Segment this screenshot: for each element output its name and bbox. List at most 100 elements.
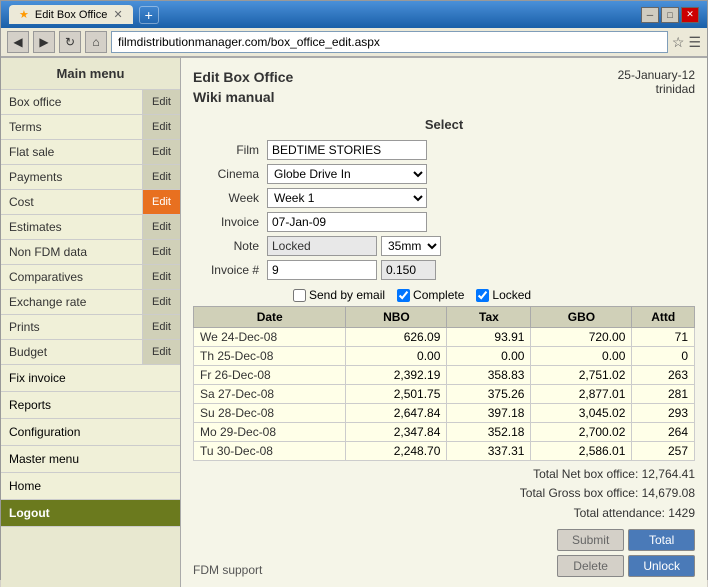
table-row: Fr 26-Dec-08 2,392.19 358.83 2,751.02 26… [194, 366, 695, 385]
invoice-num-input[interactable] [267, 260, 377, 280]
sidebar-item-flat-sale[interactable]: Flat sale Edit [1, 140, 180, 165]
forward-button[interactable]: ▶ [33, 31, 55, 53]
complete-checkbox[interactable] [397, 289, 410, 302]
sidebar-item-reports[interactable]: Reports [1, 392, 180, 419]
sidebar-item-budget[interactable]: Budget Edit [1, 340, 180, 365]
film-input[interactable] [267, 140, 427, 160]
locked-checkbox[interactable] [476, 289, 489, 302]
cell-gbo: 0.00 [531, 347, 632, 366]
cell-tax: 358.83 [447, 366, 531, 385]
tools-icon[interactable]: ☰ [688, 34, 701, 51]
cell-gbo: 2,700.02 [531, 423, 632, 442]
back-button[interactable]: ◀ [7, 31, 29, 53]
cell-nbo: 626.09 [346, 328, 447, 347]
send-email-checkbox-label[interactable]: Send by email [293, 288, 385, 302]
total-button[interactable]: Total [628, 529, 695, 551]
invoice-input[interactable] [267, 212, 427, 232]
submit-button[interactable]: Submit [557, 529, 624, 551]
week-select[interactable]: Week 1 [267, 188, 427, 208]
note-input [267, 236, 377, 256]
complete-checkbox-label[interactable]: Complete [397, 288, 464, 302]
cell-nbo: 2,647.84 [346, 404, 447, 423]
total-net: Total Net box office: 12,764.41 [193, 465, 695, 484]
home-button[interactable]: ⌂ [85, 31, 107, 53]
bookmark-icon[interactable]: ☆ [672, 34, 685, 51]
cell-nbo: 2,392.19 [346, 366, 447, 385]
fdm-support: FDM support [193, 563, 262, 577]
locked-text: Locked [492, 288, 531, 302]
panel-title: Edit Box Office Wiki manual [193, 68, 293, 107]
sidebar-item-logout[interactable]: Logout [1, 500, 180, 527]
box-office-table: Date NBO Tax GBO Attd We 24-Dec-08 626.0… [193, 306, 695, 461]
cell-gbo: 720.00 [531, 328, 632, 347]
col-nbo: NBO [346, 307, 447, 328]
unlock-button[interactable]: Unlock [628, 555, 695, 577]
sidebar-item-estimates[interactable]: Estimates Edit [1, 215, 180, 240]
tab-star: ★ [19, 8, 29, 21]
sidebar-item-home[interactable]: Home [1, 473, 180, 500]
cell-attd: 264 [632, 423, 695, 442]
minimize-button[interactable]: ─ [641, 7, 659, 23]
cell-date: Fr 26-Dec-08 [194, 366, 346, 385]
cell-date: Sa 27-Dec-08 [194, 385, 346, 404]
refresh-button[interactable]: ↻ [59, 31, 81, 53]
film-ratio-input[interactable] [381, 260, 436, 280]
cell-attd: 71 [632, 328, 695, 347]
tab-title: Edit Box Office [35, 9, 108, 21]
invoice-label: Invoice [193, 210, 263, 234]
cell-tax: 397.18 [447, 404, 531, 423]
film-size-select[interactable]: 35mm [381, 236, 441, 256]
col-gbo: GBO [531, 307, 632, 328]
cell-nbo: 2,248.70 [346, 442, 447, 461]
cinema-label: Cinema [193, 162, 263, 186]
cell-nbo: 0.00 [346, 347, 447, 366]
sidebar-item-exchange-rate[interactable]: Exchange rate Edit [1, 290, 180, 315]
sidebar-item-payments[interactable]: Payments Edit [1, 165, 180, 190]
sidebar-item-comparatives[interactable]: Comparatives Edit [1, 265, 180, 290]
cell-attd: 293 [632, 404, 695, 423]
delete-button[interactable]: Delete [557, 555, 624, 577]
sidebar-item-master-menu[interactable]: Master menu [1, 446, 180, 473]
col-date: Date [194, 307, 346, 328]
total-gross: Total Gross box office: 14,679.08 [193, 484, 695, 503]
table-row: Th 25-Dec-08 0.00 0.00 0.00 0 [194, 347, 695, 366]
cinema-select[interactable]: Globe Drive In [267, 164, 427, 184]
cell-nbo: 2,347.84 [346, 423, 447, 442]
totals-section: Total Net box office: 12,764.41 Total Gr… [193, 465, 695, 523]
close-button[interactable]: ✕ [681, 7, 699, 23]
table-row: Sa 27-Dec-08 2,501.75 375.26 2,877.01 28… [194, 385, 695, 404]
sidebar-item-terms[interactable]: Terms Edit [1, 115, 180, 140]
invoice-num-label: Invoice # [193, 258, 263, 282]
tab-close-icon[interactable]: ✕ [113, 8, 122, 21]
address-input[interactable] [111, 31, 668, 53]
cell-tax: 337.31 [447, 442, 531, 461]
week-label: Week [193, 186, 263, 210]
send-email-text: Send by email [309, 288, 385, 302]
sidebar-item-fix-invoice[interactable]: Fix invoice [1, 365, 180, 392]
cell-date: Tu 30-Dec-08 [194, 442, 346, 461]
cell-tax: 93.91 [447, 328, 531, 347]
cell-tax: 375.26 [447, 385, 531, 404]
complete-text: Complete [413, 288, 464, 302]
cell-tax: 352.18 [447, 423, 531, 442]
cell-gbo: 2,877.01 [531, 385, 632, 404]
cell-nbo: 2,501.75 [346, 385, 447, 404]
cell-date: Su 28-Dec-08 [194, 404, 346, 423]
cell-tax: 0.00 [447, 347, 531, 366]
cell-gbo: 2,751.02 [531, 366, 632, 385]
sidebar-item-non-fdm[interactable]: Non FDM data Edit [1, 240, 180, 265]
send-email-checkbox[interactable] [293, 289, 306, 302]
sidebar-item-configuration[interactable]: Configuration [1, 419, 180, 446]
restore-button[interactable]: □ [661, 7, 679, 23]
sidebar-item-cost[interactable]: Cost Edit [1, 190, 180, 215]
table-row: Mo 29-Dec-08 2,347.84 352.18 2,700.02 26… [194, 423, 695, 442]
locked-checkbox-label[interactable]: Locked [476, 288, 531, 302]
sidebar-item-prints[interactable]: Prints Edit [1, 315, 180, 340]
col-attd: Attd [632, 307, 695, 328]
sidebar-item-box-office[interactable]: Box office Edit [1, 90, 180, 115]
new-tab-button[interactable]: + [139, 6, 159, 24]
table-row: Tu 30-Dec-08 2,248.70 337.31 2,586.01 25… [194, 442, 695, 461]
cell-gbo: 2,586.01 [531, 442, 632, 461]
film-label: Film [193, 138, 263, 162]
cell-attd: 281 [632, 385, 695, 404]
